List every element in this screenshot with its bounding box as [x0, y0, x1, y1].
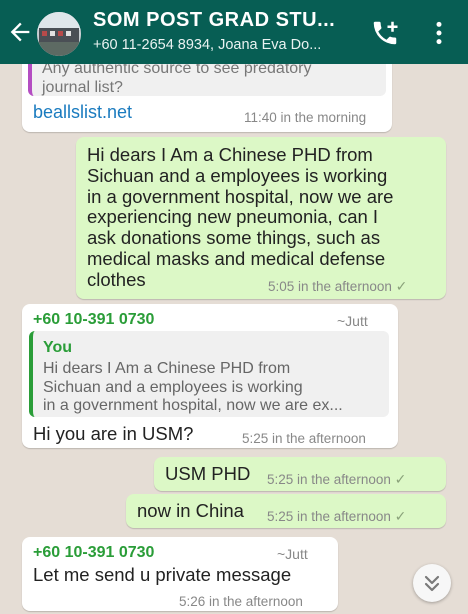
- group-avatar[interactable]: [37, 12, 81, 56]
- message-time: 5:25 in the afternoon ✓: [267, 469, 406, 490]
- message-time: 5:26 in the afternoon: [179, 594, 303, 609]
- message-text: now in China: [137, 500, 244, 521]
- message-time: 11:40 in the morning: [244, 110, 367, 125]
- quoted-line: Hi dears I Am a Chinese PHD from: [43, 360, 291, 377]
- message-time: 5:25 in the afternoon: [242, 431, 366, 446]
- message-time: 5:05 in the afternoon ✓: [268, 276, 407, 297]
- chat-area: Any authentic source to see predatory jo…: [0, 64, 468, 614]
- scroll-to-bottom-button[interactable]: [413, 564, 451, 602]
- group-participants[interactable]: +60 11-2654 8934, Joana Eva Do...: [93, 37, 355, 53]
- double-chevron-down-icon: [424, 575, 440, 592]
- message-text: Hi you are in USM?: [33, 423, 194, 444]
- group-title[interactable]: SOM POST GRAD STU...: [93, 9, 353, 32]
- message-bubble-incoming[interactable]: +60 10-391 0730 ~Jutt You Hi dears I Am …: [22, 304, 398, 448]
- sender-alias: ~Jutt: [337, 313, 368, 329]
- back-arrow-icon[interactable]: [6, 18, 34, 46]
- quoted-line: in a government hospital, now we are ex.…: [43, 397, 343, 414]
- message-bubble-outgoing[interactable]: now in China 5:25 in the afternoon ✓: [126, 494, 446, 528]
- message-text: Hi dears I Am a Chinese PHD from Sichuan…: [87, 144, 394, 291]
- quoted-line: Sichuan and a employees is working: [43, 378, 303, 396]
- more-vert-icon[interactable]: [430, 20, 448, 46]
- message-time-text: 5:05 in the afternoon: [268, 279, 392, 294]
- message-line: experiencing new pneumonia, can I: [87, 206, 379, 228]
- quoted-message[interactable]: Any authentic source to see predatory jo…: [28, 64, 386, 96]
- message-text: Let me send u private message: [33, 564, 292, 585]
- sender-phone[interactable]: +60 10-391 0730: [33, 309, 154, 330]
- quoted-text: Any authentic source to see predatory jo…: [42, 64, 312, 96]
- message-line: Hi dears I Am a Chinese PHD from: [87, 144, 373, 165]
- chat-header: SOM POST GRAD STU... +60 11-2654 8934, J…: [0, 0, 468, 64]
- sent-tick-icon: ✓: [394, 508, 407, 524]
- quoted-author: You: [43, 339, 73, 356]
- add-call-icon[interactable]: [370, 18, 400, 48]
- message-line: ask donations some things, such as: [87, 227, 381, 249]
- message-time-text: 5:25 in the afternoon: [267, 509, 391, 524]
- message-text: USM PHD: [165, 463, 251, 484]
- group-photo-icon: [37, 12, 81, 56]
- quoted-message[interactable]: You Hi dears I Am a Chinese PHD from Sic…: [29, 331, 389, 417]
- message-time-text: 5:25 in the afternoon: [267, 472, 391, 487]
- message-bubble-outgoing[interactable]: USM PHD 5:25 in the afternoon ✓: [154, 457, 446, 491]
- sender-alias: ~Jutt: [277, 546, 308, 562]
- message-link[interactable]: beallslist.net: [33, 102, 132, 123]
- message-time: 5:25 in the afternoon ✓: [267, 506, 406, 527]
- message-line: medical masks and medical defense: [87, 247, 386, 269]
- message-bubble-outgoing[interactable]: Hi dears I Am a Chinese PHD from Sichuan…: [76, 137, 446, 299]
- sent-tick-icon: ✓: [395, 278, 408, 294]
- message-bubble-incoming[interactable]: +60 10-391 0730 ~Jutt Let me send u priv…: [22, 537, 338, 611]
- message-line: in a government hospital, now we are: [87, 185, 394, 207]
- sender-phone[interactable]: +60 10-391 0730: [33, 542, 154, 563]
- message-bubble-incoming[interactable]: Any authentic source to see predatory jo…: [22, 64, 392, 132]
- quoted-text: Hi dears I Am a Chinese PHD from Sichuan…: [43, 360, 343, 416]
- sent-tick-icon: ✓: [394, 471, 407, 487]
- message-line: Sichuan and a employees is working: [87, 164, 388, 186]
